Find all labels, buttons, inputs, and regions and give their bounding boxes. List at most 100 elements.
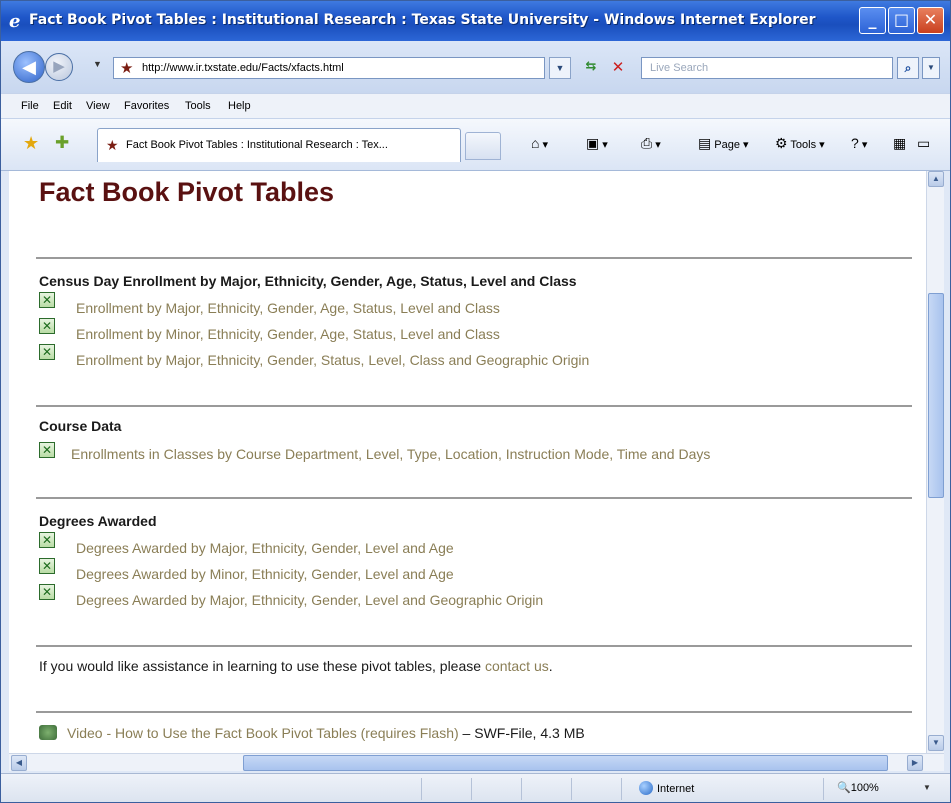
minimize-button[interactable]: _ bbox=[859, 7, 886, 34]
video-file-info: – SWF-File, 4.3 MB bbox=[458, 725, 585, 741]
back-button[interactable]: ◀ bbox=[13, 51, 45, 83]
feeds-button[interactable]: ▣ ▾ bbox=[586, 135, 608, 152]
link-degrees-major[interactable]: Degrees Awarded by Major, Ethnicity, Gen… bbox=[76, 540, 454, 556]
menu-edit[interactable]: Edit bbox=[53, 100, 72, 112]
vertical-scroll-thumb[interactable] bbox=[928, 293, 944, 498]
site-favicon-icon: ★ bbox=[120, 60, 134, 77]
home-icon: ⌂ bbox=[531, 135, 540, 151]
status-divider bbox=[521, 778, 522, 800]
tab-current[interactable]: ★ Fact Book Pivot Tables : Institutional… bbox=[97, 128, 461, 162]
forward-arrow-icon: ▶ bbox=[53, 58, 65, 75]
horizontal-scroll-thumb[interactable] bbox=[243, 755, 888, 771]
section-heading-enrollment: Census Day Enrollment by Major, Ethnicit… bbox=[39, 273, 577, 289]
search-input[interactable]: Live Search bbox=[650, 62, 708, 74]
divider bbox=[36, 711, 912, 713]
stop-icon[interactable]: ✕ bbox=[607, 57, 629, 79]
menu-file[interactable]: File bbox=[21, 100, 39, 112]
horizontal-scrollbar[interactable]: ◀ ▶ bbox=[9, 753, 944, 771]
messenger-icon: ▭ bbox=[917, 135, 931, 151]
scroll-down-button[interactable]: ▼ bbox=[928, 735, 944, 751]
address-dropdown-button[interactable]: ▼ bbox=[549, 57, 571, 79]
video-link[interactable]: Video - How to Use the Fact Book Pivot T… bbox=[67, 725, 459, 741]
excel-icon[interactable]: ✕ bbox=[39, 318, 55, 334]
menu-bar: File Edit View Favorites Tools Help bbox=[1, 93, 950, 119]
security-zone[interactable]: Internet bbox=[639, 781, 694, 795]
title-bar: e Fact Book Pivot Tables : Institutional… bbox=[1, 1, 950, 41]
link-degrees-minor[interactable]: Degrees Awarded by Minor, Ethnicity, Gen… bbox=[76, 566, 454, 582]
status-bar bbox=[1, 773, 950, 802]
tab-favicon-icon: ★ bbox=[106, 137, 119, 153]
excel-icon[interactable]: ✕ bbox=[39, 532, 55, 548]
help-button[interactable]: ? ▾ bbox=[851, 135, 867, 151]
vertical-scrollbar[interactable]: ▲ ▼ bbox=[926, 171, 944, 753]
research-icon: ▦ bbox=[893, 135, 907, 151]
scroll-left-button[interactable]: ◀ bbox=[11, 755, 27, 771]
excel-icon[interactable]: ✕ bbox=[39, 584, 55, 600]
window-title: Fact Book Pivot Tables : Institutional R… bbox=[29, 12, 816, 28]
page-title: Fact Book Pivot Tables bbox=[39, 177, 335, 207]
new-tab-button[interactable] bbox=[465, 132, 501, 160]
help-icon: ? bbox=[851, 135, 859, 151]
zoom-level[interactable]: 🔍100% bbox=[837, 781, 879, 794]
back-arrow-icon: ◀ bbox=[22, 57, 36, 77]
page-content: Fact Book Pivot Tables Census Day Enroll… bbox=[9, 171, 926, 753]
print-icon: ⎙ bbox=[641, 135, 653, 151]
menu-help[interactable]: Help bbox=[228, 100, 251, 112]
excel-icon[interactable]: ✕ bbox=[39, 344, 55, 360]
excel-icon[interactable]: ✕ bbox=[39, 558, 55, 574]
zoom-dropdown-icon[interactable]: ▼ bbox=[923, 783, 931, 792]
page-menu-button[interactable]: ▤ Page ▾ bbox=[698, 135, 749, 152]
ie-logo-icon: e bbox=[9, 11, 21, 32]
add-favorite-icon[interactable]: ✚ bbox=[55, 133, 69, 153]
address-bar[interactable]: ★ http://www.ir.txstate.edu/Facts/xfacts… bbox=[113, 57, 545, 79]
forward-button[interactable]: ▶ bbox=[45, 53, 73, 81]
zoom-label: 100% bbox=[850, 782, 879, 794]
research-button[interactable]: ▦ bbox=[893, 135, 906, 152]
link-enrollment-major[interactable]: Enrollment by Major, Ethnicity, Gender, … bbox=[76, 300, 500, 316]
search-icon[interactable]: ⌕ bbox=[897, 57, 919, 79]
search-box[interactable]: Live Search bbox=[641, 57, 893, 79]
assistance-text: If you would like assistance in learning… bbox=[39, 658, 553, 674]
section-heading-degrees: Degrees Awarded bbox=[39, 513, 157, 529]
assistance-text-start: If you would like assistance in learning… bbox=[39, 658, 485, 674]
status-divider bbox=[471, 778, 472, 800]
favorites-center-icon[interactable]: ★ bbox=[23, 133, 39, 154]
menu-view[interactable]: View bbox=[86, 100, 110, 112]
globe-icon bbox=[639, 781, 653, 795]
status-divider bbox=[571, 778, 572, 800]
tab-label: Fact Book Pivot Tables : Institutional R… bbox=[126, 139, 388, 151]
search-options-dropdown[interactable]: ▼ bbox=[922, 57, 940, 79]
menu-tools[interactable]: Tools bbox=[185, 100, 211, 112]
page-icon: ▤ bbox=[698, 135, 712, 151]
home-button[interactable]: ⌂ ▾ bbox=[531, 135, 548, 151]
zone-label: Internet bbox=[657, 783, 695, 795]
assistance-text-end: . bbox=[548, 658, 553, 674]
video-icon[interactable] bbox=[39, 725, 57, 740]
browser-window: e Fact Book Pivot Tables : Institutional… bbox=[0, 0, 951, 803]
link-enrollment-geographic[interactable]: Enrollment by Major, Ethnicity, Gender, … bbox=[76, 352, 589, 368]
maximize-button[interactable]: □ bbox=[888, 7, 915, 34]
status-divider bbox=[621, 778, 622, 800]
link-degrees-geographic[interactable]: Degrees Awarded by Major, Ethnicity, Gen… bbox=[76, 592, 543, 608]
close-button[interactable]: ✕ bbox=[917, 7, 944, 34]
link-course-enrollments[interactable]: Enrollments in Classes by Course Departm… bbox=[71, 446, 710, 462]
video-row: Video - How to Use the Fact Book Pivot T… bbox=[67, 725, 585, 741]
history-dropdown-icon[interactable]: ▼ bbox=[93, 59, 102, 69]
zoom-icon: 🔍 bbox=[837, 782, 851, 794]
status-divider bbox=[421, 778, 422, 800]
divider bbox=[36, 405, 912, 407]
messenger-button[interactable]: ▭ bbox=[917, 135, 930, 152]
print-button[interactable]: ⎙ ▾ bbox=[641, 135, 661, 152]
scroll-up-button[interactable]: ▲ bbox=[928, 171, 944, 187]
refresh-icon[interactable]: ⇆ bbox=[579, 57, 603, 79]
excel-icon[interactable]: ✕ bbox=[39, 292, 55, 308]
scroll-right-button[interactable]: ▶ bbox=[907, 755, 923, 771]
excel-icon[interactable]: ✕ bbox=[39, 442, 55, 458]
menu-favorites[interactable]: Favorites bbox=[124, 100, 169, 112]
address-input[interactable]: http://www.ir.txstate.edu/Facts/xfacts.h… bbox=[142, 62, 344, 74]
divider bbox=[36, 257, 912, 259]
tools-menu-button[interactable]: ⚙ Tools ▾ bbox=[775, 135, 825, 152]
link-enrollment-minor[interactable]: Enrollment by Minor, Ethnicity, Gender, … bbox=[76, 326, 500, 342]
page-menu-label: Page bbox=[714, 139, 740, 151]
contact-us-link[interactable]: contact us bbox=[485, 658, 549, 674]
